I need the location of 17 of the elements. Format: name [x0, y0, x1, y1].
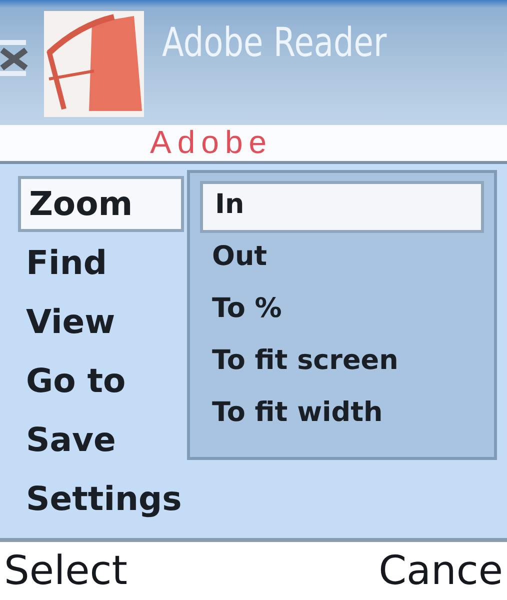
- submenu-item[interactable]: To %: [200, 285, 484, 337]
- menu-item[interactable]: View: [18, 294, 184, 353]
- submenu-item[interactable]: Out: [200, 233, 484, 285]
- close-icon: [0, 38, 30, 78]
- app-title: Adobe Reader: [162, 20, 387, 66]
- cancel-softkey[interactable]: Cance: [374, 543, 507, 599]
- select-softkey[interactable]: Select: [0, 543, 132, 599]
- menu-item[interactable]: Save: [18, 412, 184, 471]
- menu-item[interactable]: Zoom: [18, 176, 184, 232]
- submenu-item[interactable]: In: [200, 181, 484, 233]
- document-heading: Adobe: [150, 125, 273, 159]
- menu-item[interactable]: Find: [18, 235, 184, 294]
- menu-item[interactable]: Go to: [18, 353, 184, 412]
- submenu-item[interactable]: To fit screen: [200, 337, 484, 389]
- submenu-item[interactable]: To fit width: [200, 389, 484, 441]
- app-icon: [44, 10, 144, 116]
- menu-item[interactable]: Settings: [18, 471, 184, 530]
